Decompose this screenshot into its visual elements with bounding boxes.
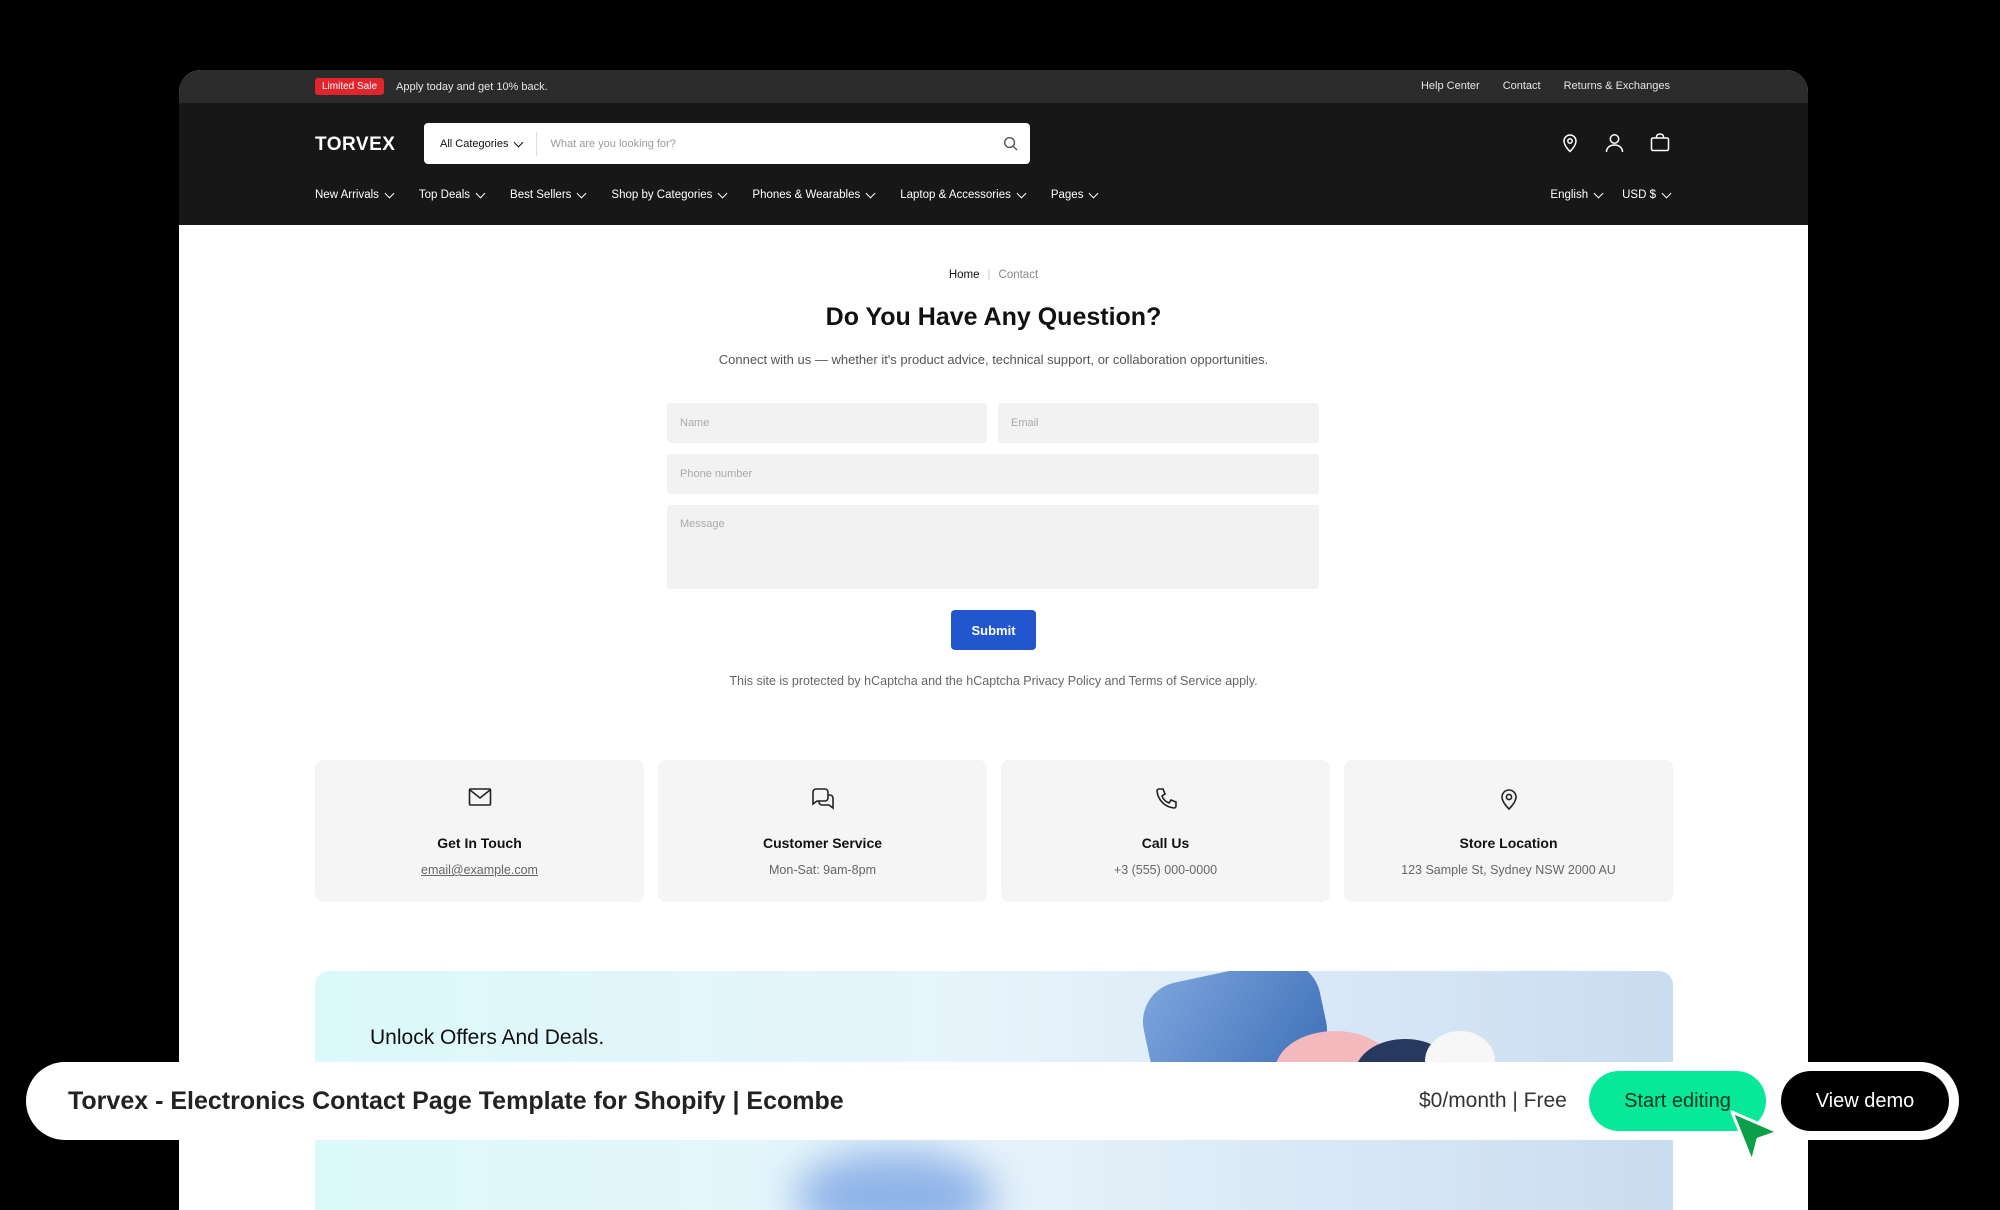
name-field[interactable] [667, 403, 987, 443]
nav-pages[interactable]: Pages [1051, 188, 1099, 201]
message-field[interactable] [667, 505, 1319, 589]
banner-title: Unlock Offers And Deals. [370, 1026, 605, 1049]
nav-phones-wearables[interactable]: Phones & Wearables [752, 188, 876, 201]
chevron-down-icon [384, 188, 395, 199]
template-title: Torvex - Electronics Contact Page Templa… [68, 1087, 844, 1115]
category-select[interactable]: All Categories [424, 131, 538, 156]
phone-icon [1001, 787, 1330, 811]
email-field[interactable] [998, 403, 1319, 443]
card-store-location: Store Location 123 Sample St, Sydney NSW… [1344, 760, 1673, 902]
mail-icon [315, 787, 644, 807]
chat-icon [658, 787, 987, 811]
breadcrumb: Home | Contact [948, 269, 1039, 281]
announcement-text: Apply today and get 10% back. [396, 80, 548, 93]
template-price: $0/month | Free [1419, 1089, 1567, 1112]
chevron-down-icon [514, 137, 524, 147]
location-pin-icon [1344, 787, 1673, 811]
chevron-down-icon [475, 188, 486, 199]
card-title: Call Us [1141, 835, 1190, 851]
user-icon[interactable] [1605, 133, 1624, 153]
banner-decoration [795, 1151, 995, 1210]
help-center-link[interactable]: Help Center [1421, 80, 1480, 92]
cursor-icon [1728, 1108, 1784, 1173]
nav-shop-by-categories[interactable]: Shop by Categories [611, 188, 728, 201]
template-bar: Torvex - Electronics Contact Page Templa… [26, 1062, 1959, 1140]
card-value: 123 Sample St, Sydney NSW 2000 AU [1401, 863, 1616, 877]
chevron-down-icon [1089, 188, 1099, 199]
card-value: +3 (555) 000-0000 [1113, 863, 1218, 877]
card-call-us: Call Us +3 (555) 000-0000 [1001, 760, 1330, 902]
bag-icon[interactable] [1650, 133, 1670, 153]
returns-link[interactable]: Returns & Exchanges [1564, 80, 1670, 92]
card-title: Customer Service [762, 835, 883, 851]
contact-link[interactable]: Contact [1503, 80, 1541, 92]
chevron-down-icon [576, 188, 587, 199]
language-select[interactable]: English [1550, 188, 1604, 201]
search-bar: All Categories [424, 123, 1030, 164]
view-demo-button[interactable]: View demo [1781, 1071, 1949, 1131]
card-value: Mon-Sat: 9am-8pm [769, 863, 876, 877]
currency-select[interactable]: USD $ [1622, 188, 1672, 201]
browser-frame: Limited Sale Apply today and get 10% bac… [179, 70, 1808, 1210]
announcement-bar: Limited Sale Apply today and get 10% bac… [179, 70, 1808, 103]
search-input[interactable] [537, 136, 990, 151]
page-title: Do You Have Any Question? [825, 303, 1162, 331]
category-label: All Categories [440, 137, 509, 150]
nav-new-arrivals[interactable]: New Arrivals [315, 188, 395, 201]
nav-best-sellers[interactable]: Best Sellers [510, 188, 587, 201]
location-pin-icon[interactable] [1561, 133, 1579, 153]
chevron-down-icon [717, 188, 728, 199]
main-nav: New Arrivals Top Deals Best Sellers Shop… [315, 188, 1099, 201]
logo[interactable]: TORVEX [315, 134, 395, 156]
site-header: TORVEX All Categories New Arrivals [179, 103, 1808, 225]
nav-top-deals[interactable]: Top Deals [419, 188, 486, 201]
page-subtitle: Connect with us — whether it's product a… [718, 352, 1269, 367]
card-customer-service: Customer Service Mon-Sat: 9am-8pm [658, 760, 987, 902]
phone-field[interactable] [667, 454, 1319, 494]
captcha-note: This site is protected by hCaptcha and t… [729, 674, 1258, 688]
card-title: Get In Touch [437, 835, 522, 851]
search-icon[interactable] [990, 136, 1030, 151]
sale-badge: Limited Sale [315, 78, 385, 95]
breadcrumb-current: Contact [998, 269, 1039, 281]
chevron-down-icon [1593, 188, 1604, 199]
chevron-down-icon [1661, 188, 1672, 199]
email-link[interactable]: email@example.com [315, 863, 644, 877]
submit-button[interactable]: Submit [951, 610, 1036, 650]
nav-laptop-accessories[interactable]: Laptop & Accessories [900, 188, 1027, 201]
chevron-down-icon [1016, 188, 1027, 199]
card-title: Store Location [1459, 835, 1558, 851]
card-get-in-touch: Get In Touch email@example.com [315, 760, 644, 902]
chevron-down-icon [865, 188, 876, 199]
breadcrumb-home[interactable]: Home [949, 269, 980, 281]
